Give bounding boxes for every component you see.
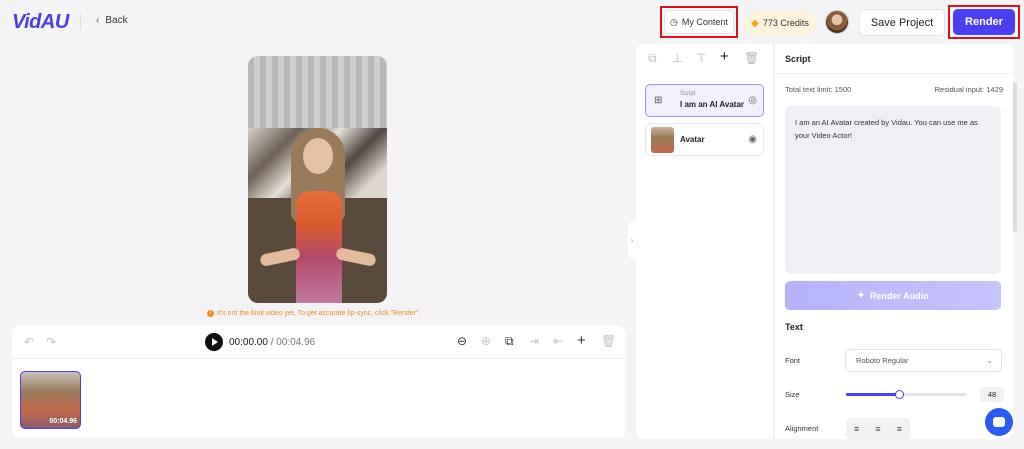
redo-icon[interactable]: ↷: [46, 335, 56, 349]
script-textarea[interactable]: I am an AI Avatar created by Vidau. You …: [785, 106, 1001, 274]
timeline-toolbar: ↶ ↷ 00:00.00 / 00:04.96 ⊖ ⊕ ⧉ ⇥ ⇤ + 🗑: [12, 326, 626, 359]
save-project-button[interactable]: Save Project: [859, 9, 945, 36]
add-layer-icon[interactable]: +: [720, 48, 729, 65]
avatar-thumbnail: [651, 127, 674, 153]
highlight-box-my-content: [660, 6, 738, 38]
zoom-out-icon[interactable]: ⊖: [457, 334, 467, 348]
divider: [775, 73, 1013, 74]
size-label: Size: [785, 390, 800, 399]
layer-title: Avatar: [680, 135, 705, 144]
font-value: Roboto Regular: [856, 356, 909, 365]
eye-icon[interactable]: ◉: [748, 134, 757, 145]
timeline-clip[interactable]: 00:04.96: [20, 371, 81, 429]
alignment-group: ≡ ≡ ≡: [846, 418, 910, 439]
zoom-in-icon[interactable]: ⊕: [481, 334, 491, 348]
current-time: 00:00.00: [229, 337, 268, 348]
user-avatar[interactable]: [825, 10, 849, 34]
credits-label: 773 Credits: [762, 18, 809, 28]
back-label: Back: [105, 15, 128, 26]
diamond-icon: ◆: [751, 17, 759, 29]
time-display: 00:00.00 / 00:04.96: [229, 337, 315, 348]
size-value[interactable]: 48: [980, 387, 1004, 402]
font-select[interactable]: Roboto Regular ⌄: [845, 349, 1002, 372]
chat-support-button[interactable]: [985, 408, 1013, 436]
trash-icon[interactable]: 🗑: [601, 334, 616, 348]
info-icon: !: [207, 310, 214, 317]
render-audio-button[interactable]: ✦ Render Audio: [785, 281, 1001, 310]
total-time: 00:04.96: [276, 337, 316, 348]
layers-panel: ⧉ ⊥ ⊤ + 🗑 ⊞ Script I am an AI Avatar cre…: [636, 44, 774, 439]
delete-layer-icon[interactable]: 🗑: [744, 51, 759, 65]
align-top-icon[interactable]: ⊤: [696, 51, 706, 65]
align-right-icon[interactable]: ≡: [897, 424, 902, 434]
play-button[interactable]: [205, 333, 223, 351]
layer-item-script[interactable]: ⊞ Script I am an AI Avatar created by Vi…: [645, 84, 764, 117]
top-bar: VidAU ‹ Back ◷ My Content ◆ 773 Credits …: [0, 0, 1024, 44]
residual-input-label: Residual input: 1429: [934, 85, 1003, 94]
slider-fill: [846, 393, 899, 396]
align-bottom-icon[interactable]: ⊥: [672, 51, 682, 65]
alignment-label: Alignment: [785, 424, 819, 433]
undo-icon[interactable]: ↶: [24, 335, 34, 349]
video-preview[interactable]: [248, 56, 387, 303]
time-separator: /: [270, 337, 274, 348]
render-audio-label: Render Audio: [869, 290, 929, 301]
slider-handle[interactable]: [894, 390, 904, 399]
vidau-logo[interactable]: VidAU: [12, 11, 69, 34]
credits-badge[interactable]: ◆ 773 Credits: [744, 11, 816, 35]
text-limit-label: Total text limit: 1500: [785, 85, 852, 94]
divider: [80, 14, 81, 30]
layer-title: I am an AI Avatar created by Vidau.: [680, 100, 744, 109]
text-section-title: Text: [785, 322, 803, 332]
clip-duration: 00:04.96: [49, 418, 77, 425]
font-label: Font: [785, 356, 801, 365]
script-panel: Script Total text limit: 1500 Residual i…: [775, 44, 1013, 439]
highlight-box-render: [948, 5, 1020, 39]
add-icon[interactable]: +: [577, 332, 586, 349]
split-right-icon[interactable]: ⇤: [553, 334, 563, 348]
layer-toolbar: ⧉ ⊥ ⊤ + 🗑: [636, 44, 773, 74]
scrollbar[interactable]: [1013, 82, 1017, 232]
duplicate-icon[interactable]: ⧉: [505, 334, 514, 349]
layer-type-label: Script: [680, 91, 696, 97]
chat-icon: [993, 417, 1005, 427]
notice-text: It's not the final video yet, To get acc…: [217, 310, 421, 317]
align-center-icon[interactable]: ≡: [875, 424, 880, 434]
back-button[interactable]: ‹ Back: [96, 15, 128, 26]
collapse-panel-button[interactable]: ›: [628, 222, 636, 258]
chevron-left-icon: ‹: [96, 15, 100, 26]
copy-icon[interactable]: ⧉: [648, 51, 657, 66]
align-left-icon[interactable]: ≡: [854, 424, 859, 434]
eye-off-icon[interactable]: ◎: [748, 95, 757, 106]
sparkle-icon: ✦: [857, 290, 865, 300]
lip-sync-notice: ! It's not the final video yet, To get a…: [207, 310, 420, 317]
script-icon: ⊞: [654, 95, 663, 106]
size-slider[interactable]: [846, 390, 966, 399]
panel-title: Script: [785, 54, 811, 64]
layer-item-avatar[interactable]: Avatar ◉: [645, 123, 764, 156]
chevron-down-icon: ⌄: [986, 356, 993, 365]
split-left-icon[interactable]: ⇥: [529, 334, 539, 348]
timeline-panel: ↶ ↷ 00:00.00 / 00:04.96 ⊖ ⊕ ⧉ ⇥ ⇤ + 🗑 00…: [12, 326, 626, 438]
